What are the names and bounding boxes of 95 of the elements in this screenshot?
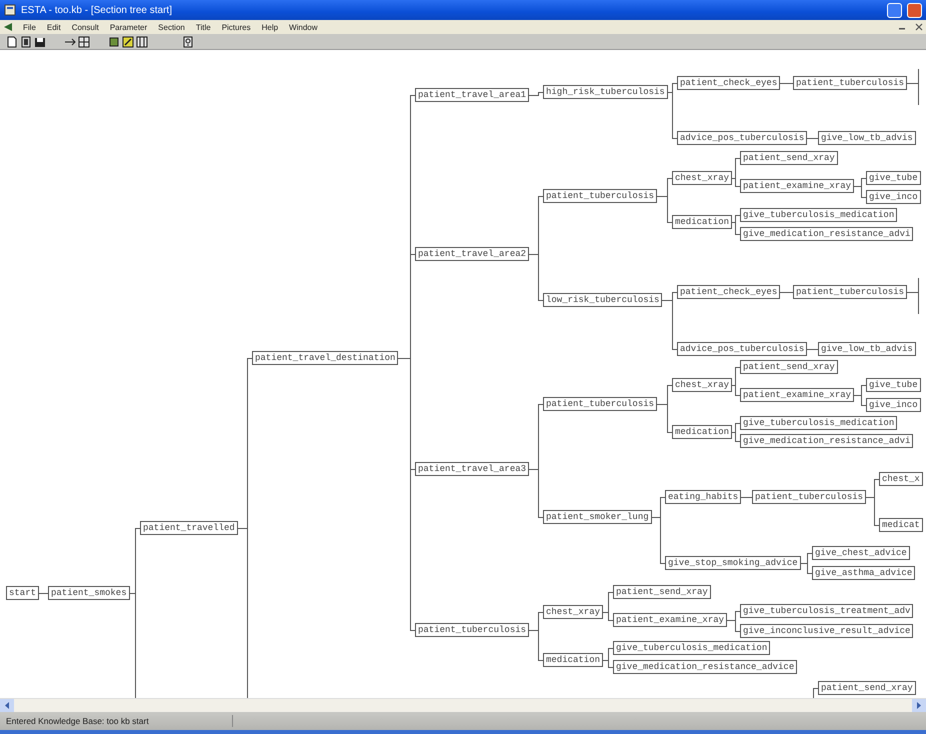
- tree-node: patient_tuberculosis: [793, 76, 907, 90]
- tree-node: patient_tuberculosis: [793, 285, 907, 299]
- connector-line: [780, 292, 794, 293]
- tree-node: chest_xray: [672, 171, 732, 185]
- save-icon[interactable]: [34, 36, 46, 48]
- tree-node: patient_travelled: [140, 521, 238, 535]
- tree-node: low_risk_tuberculosis: [543, 293, 662, 307]
- tree-node: chest_x: [879, 472, 923, 486]
- connector-line: [906, 68, 919, 106]
- help-icon[interactable]: [182, 36, 194, 48]
- tree-node: give_medication_resistance_advice: [613, 660, 797, 674]
- connector-line: [38, 593, 48, 594]
- connector-line: [800, 563, 812, 574]
- tree-node: give_chest_advice: [812, 546, 910, 560]
- tree-node: patient_travel_area1: [415, 88, 529, 102]
- tree-node: give_medication_resistance_advi: [740, 434, 913, 448]
- connector-line: [780, 83, 794, 84]
- connector-line: [906, 278, 919, 314]
- connector-line: [726, 620, 740, 632]
- tree-node: patient_tuberculosis: [415, 623, 529, 637]
- tree-node: patient_smoker_lung: [543, 510, 652, 524]
- tree-node: patient_tuberculosis: [752, 490, 866, 504]
- tree-node: patient_examine_xray: [740, 179, 854, 193]
- tree-node: high_risk_tuberculosis: [543, 85, 668, 99]
- grid-icon[interactable]: [78, 36, 90, 48]
- tree-node: eating_habits: [665, 490, 741, 504]
- tree-node: patient_send_xray: [740, 151, 838, 165]
- tree-node: give_tuberculosis_treatment_adv: [740, 604, 913, 618]
- tree-node: patient_examine_xray: [740, 388, 854, 402]
- menu-item[interactable]: File: [22, 22, 37, 32]
- tree-node: give_stop_smoking_advice: [665, 556, 801, 570]
- tree-node: give_tuberculosis_medication: [613, 641, 770, 655]
- connector-line: [528, 254, 544, 301]
- tree-node: give_tuberculosis_medication: [740, 416, 897, 430]
- menu-item[interactable]: Help: [260, 22, 280, 32]
- tree-node: patient_send_xray: [740, 360, 838, 374]
- tree-node: medication: [543, 653, 603, 667]
- tree-node: chest_xray: [672, 378, 732, 392]
- tree-node: patient_send_xray: [818, 681, 916, 695]
- app-icon[interactable]: [3, 22, 13, 32]
- connector-line: [732, 432, 740, 442]
- menu-item[interactable]: Section: [157, 22, 186, 32]
- close-button[interactable]: [907, 2, 922, 18]
- connector-line: [806, 349, 818, 350]
- tree-node: give_tuberculosis_medication: [740, 208, 897, 222]
- tree-node: chest_xray: [543, 605, 603, 619]
- tree-node: medication: [672, 425, 732, 439]
- connector-line: [806, 138, 818, 139]
- menu-item[interactable]: Window: [288, 22, 318, 32]
- close-icon[interactable]: [915, 23, 923, 31]
- tree-node: medication: [672, 215, 732, 229]
- node-icon[interactable]: [108, 36, 120, 48]
- tree-node: advice_pos_tuberculosis: [677, 131, 807, 145]
- connector-line: [656, 196, 672, 223]
- tree-node: patient_check_eyes: [677, 76, 780, 90]
- connector-line: [740, 497, 752, 498]
- connector-line: [528, 469, 544, 518]
- connector-line: [813, 688, 818, 698]
- app-icon: [4, 4, 16, 16]
- menu-item[interactable]: Parameter: [108, 22, 148, 32]
- grid-icon[interactable]: [136, 36, 148, 48]
- scroll-right-icon[interactable]: [912, 699, 926, 712]
- connector-line: [854, 395, 866, 406]
- tree-node: give_tube: [866, 171, 921, 185]
- tree-node: give_tube: [866, 378, 921, 392]
- minimize-button[interactable]: [887, 2, 902, 18]
- tree-node: give_asthma_advice: [812, 566, 915, 580]
- menu-item[interactable]: Consult: [70, 22, 100, 32]
- connector-line: [528, 92, 544, 96]
- tree-node: give_low_tb_advis: [818, 131, 916, 145]
- window-title: ESTA - too.kb - [Section tree start]: [21, 4, 173, 16]
- tree-node: patient_tuberculosis: [543, 397, 657, 411]
- menu-item[interactable]: Title: [194, 22, 212, 32]
- tree-node: give_low_tb_advis: [818, 342, 916, 356]
- tree-node: medicat: [879, 518, 923, 532]
- tree-node: advice_pos_tuberculosis: [677, 342, 807, 356]
- connector-line: [854, 186, 866, 198]
- tree-node: patient_check_eyes: [677, 285, 780, 299]
- tree-node: give_inco: [866, 190, 921, 204]
- status-text: Entered Knowledge Base: too kb start: [6, 716, 150, 726]
- menu-item[interactable]: Edit: [46, 22, 62, 32]
- tree-node: patient_travel_area2: [415, 247, 529, 261]
- tree-node: patient_send_xray: [613, 585, 711, 599]
- tree-node: patient_smokes: [48, 586, 130, 600]
- tree-node: patient_tuberculosis: [543, 189, 657, 203]
- tree-node: give_inco: [866, 398, 921, 412]
- tree-node: give_medication_resistance_advi: [740, 227, 913, 241]
- tree-node: patient_travel_destination: [252, 351, 398, 365]
- menu-item[interactable]: Pictures: [220, 22, 252, 32]
- scroll-left-icon[interactable]: [0, 699, 14, 712]
- tree-node: start: [6, 586, 39, 600]
- pencil-icon[interactable]: [122, 36, 134, 48]
- tree-node: patient_travel_area3: [415, 462, 529, 476]
- tree-node: give_inconclusive_result_advice: [740, 624, 913, 638]
- tree-node: patient_examine_xray: [613, 613, 727, 627]
